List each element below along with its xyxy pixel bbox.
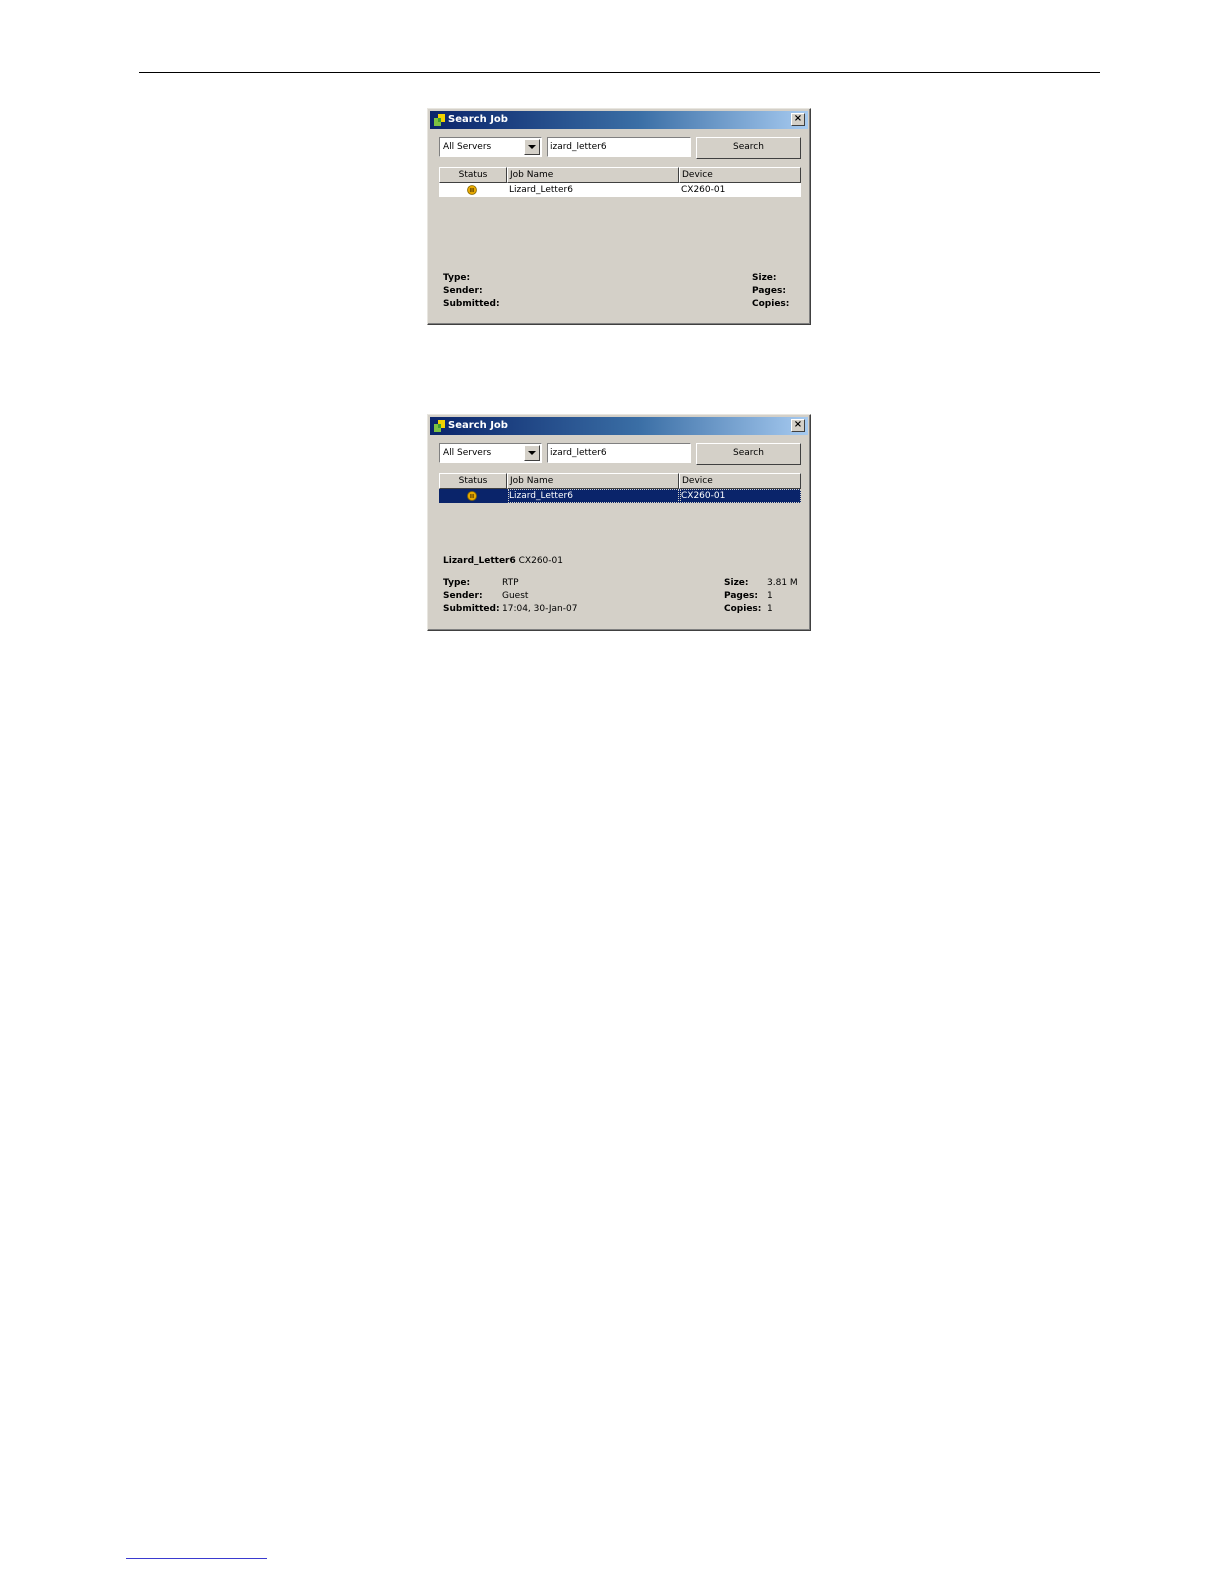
pages-value: 1 xyxy=(767,591,773,601)
close-icon: × xyxy=(793,113,803,124)
job-name-cell: Lizard_Letter6 xyxy=(509,185,573,195)
paused-status-icon xyxy=(467,491,477,501)
device-cell: CX260-01 xyxy=(681,185,726,195)
selected-job-name: Lizard_Letter6 xyxy=(443,556,516,566)
job-list: Status Job Name Device Lizard_Letter6 CX… xyxy=(439,473,801,505)
type-value: RTP xyxy=(502,578,519,588)
search-input[interactable]: izard_letter6 xyxy=(547,443,691,463)
close-button[interactable]: × xyxy=(791,113,805,126)
dialog-title: Search Job xyxy=(448,114,508,125)
device-cell: CX260-01 xyxy=(680,489,801,503)
title-bar[interactable]: Search Job × xyxy=(430,111,808,129)
app-icon xyxy=(434,420,445,432)
sender-value: Guest xyxy=(502,591,529,601)
size-label: Size: xyxy=(752,273,777,283)
type-label: Type: xyxy=(443,273,471,283)
status-cell xyxy=(439,183,507,197)
server-select-value: All Servers xyxy=(443,448,492,458)
column-header-status[interactable]: Status xyxy=(439,473,507,489)
status-cell xyxy=(439,489,507,503)
pages-label: Pages: xyxy=(724,591,758,601)
submitted-label: Submitted: xyxy=(443,299,500,309)
search-job-dialog: Search Job × All Servers izard_letter6 S… xyxy=(427,108,811,325)
app-icon xyxy=(434,114,445,126)
copies-label: Copies: xyxy=(752,299,790,309)
search-button[interactable]: Search xyxy=(696,137,801,159)
table-row[interactable]: Lizard_Letter6 CX260-01 xyxy=(439,183,801,197)
copies-value: 1 xyxy=(767,604,773,614)
size-value: 3.81 M xyxy=(767,578,798,588)
column-header-device[interactable]: Device xyxy=(679,473,801,489)
submitted-label: Submitted: xyxy=(443,604,500,614)
server-select-value: All Servers xyxy=(443,142,492,152)
close-icon: × xyxy=(793,419,803,430)
job-name-cell: Lizard_Letter6 xyxy=(508,489,679,503)
selected-job-heading: Lizard_Letter6 CX260-01 xyxy=(443,555,563,568)
pages-label: Pages: xyxy=(752,286,786,296)
paused-status-icon xyxy=(467,185,477,195)
page-footer-rule xyxy=(126,1558,267,1559)
dropdown-button[interactable] xyxy=(524,445,540,461)
sender-label: Sender: xyxy=(443,286,483,296)
size-label: Size: xyxy=(724,578,749,588)
chevron-down-icon xyxy=(528,451,536,455)
table-row-selected[interactable]: Lizard_Letter6 CX260-01 xyxy=(439,489,801,503)
chevron-down-icon xyxy=(528,145,536,149)
list-header: Status Job Name Device xyxy=(439,167,801,183)
column-header-status[interactable]: Status xyxy=(439,167,507,183)
copies-label: Copies: xyxy=(724,604,762,614)
type-label: Type: xyxy=(443,578,471,588)
column-header-job-name[interactable]: Job Name xyxy=(507,167,679,183)
selected-job-device: CX260-01 xyxy=(518,556,563,566)
column-header-job-name[interactable]: Job Name xyxy=(507,473,679,489)
server-select[interactable]: All Servers xyxy=(439,443,542,463)
server-select[interactable]: All Servers xyxy=(439,137,542,157)
page-header-rule xyxy=(139,72,1100,73)
search-button[interactable]: Search xyxy=(696,443,801,465)
submitted-value: 17:04, 30-Jan-07 xyxy=(502,604,578,614)
title-bar[interactable]: Search Job × xyxy=(430,417,808,435)
column-header-device[interactable]: Device xyxy=(679,167,801,183)
search-input[interactable]: izard_letter6 xyxy=(547,137,691,157)
dialog-title: Search Job xyxy=(448,420,508,431)
search-job-dialog-selected: Search Job × All Servers izard_letter6 S… xyxy=(427,414,811,631)
close-button[interactable]: × xyxy=(791,419,805,432)
job-list: Status Job Name Device Lizard_Letter6 CX… xyxy=(439,167,801,199)
sender-label: Sender: xyxy=(443,591,483,601)
list-header: Status Job Name Device xyxy=(439,473,801,489)
dropdown-button[interactable] xyxy=(524,139,540,155)
